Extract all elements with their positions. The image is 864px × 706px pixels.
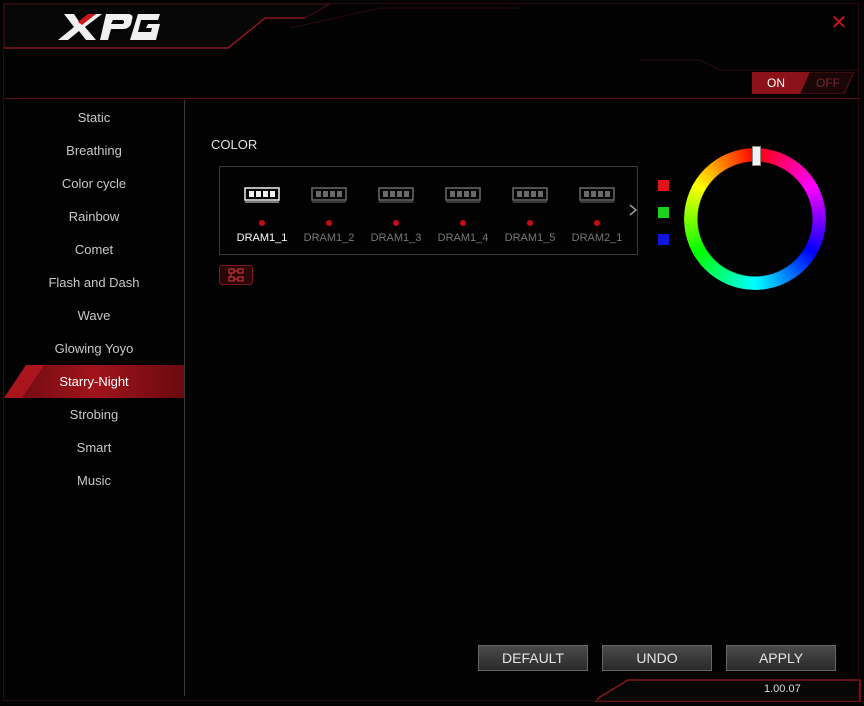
module-led-dot	[527, 220, 533, 226]
red-channel-swatch[interactable]	[658, 180, 669, 191]
sidebar-item-music[interactable]: Music	[4, 464, 184, 497]
sidebar-item-breathing[interactable]: Breathing	[4, 134, 184, 167]
sidebar-item-strobing[interactable]: Strobing	[4, 398, 184, 431]
module-label: DRAM1_2	[303, 232, 355, 244]
app-window: ✕ ON OFF Static Breathing Color cycle Ra…	[0, 0, 864, 706]
module-dram1-5[interactable]: DRAM1_5	[500, 167, 560, 256]
sidebar-item-rainbow[interactable]: Rainbow	[4, 200, 184, 233]
ram-module-icon	[311, 187, 347, 203]
sidebar-divider	[184, 100, 185, 696]
chevron-right-icon[interactable]	[626, 200, 640, 220]
xpg-logo	[58, 12, 162, 42]
sidebar-item-flash-and-dash[interactable]: Flash and Dash	[4, 266, 184, 299]
header: ✕ ON OFF	[0, 0, 864, 100]
sidebar-item-starry-night[interactable]: Starry-Night	[4, 365, 184, 398]
default-button[interactable]: DEFAULT	[478, 645, 588, 671]
module-led-dot	[326, 220, 332, 226]
module-led-dot	[393, 220, 399, 226]
power-off-option[interactable]: OFF	[804, 72, 852, 94]
module-dram1-4[interactable]: DRAM1_4	[433, 167, 493, 256]
close-icon[interactable]: ✕	[828, 12, 850, 34]
ram-module-icon	[244, 187, 280, 203]
module-label: DRAM1_3	[370, 232, 422, 244]
link-modules-button[interactable]	[219, 265, 253, 285]
module-dram1-1[interactable]: DRAM1_1	[232, 167, 292, 256]
undo-button[interactable]: UNDO	[602, 645, 712, 671]
power-toggle[interactable]: ON OFF	[752, 72, 854, 94]
version-label: 1.00.07	[764, 683, 801, 695]
module-label: DRAM1_5	[504, 232, 556, 244]
sidebar-item-color-cycle[interactable]: Color cycle	[4, 167, 184, 200]
module-label: DRAM2_1	[571, 232, 623, 244]
ram-module-icon	[512, 187, 548, 203]
color-wheel-handle[interactable]	[752, 146, 761, 166]
ram-module-icon	[378, 187, 414, 203]
module-label: DRAM1_4	[437, 232, 489, 244]
module-dram2-1[interactable]: DRAM2_1	[567, 167, 627, 256]
module-label: DRAM1_1	[236, 232, 288, 244]
power-on-option[interactable]: ON	[752, 72, 800, 94]
ram-module-icon	[579, 187, 615, 203]
apply-button[interactable]: APPLY	[726, 645, 836, 671]
sidebar-item-comet[interactable]: Comet	[4, 233, 184, 266]
color-wheel[interactable]	[684, 148, 826, 290]
module-dram1-2[interactable]: DRAM1_2	[299, 167, 359, 256]
header-divider	[4, 98, 860, 99]
effect-sidebar: Static Breathing Color cycle Rainbow Com…	[4, 100, 184, 696]
blue-channel-swatch[interactable]	[658, 234, 669, 245]
ram-module-icon	[445, 187, 481, 203]
module-led-dot	[259, 220, 265, 226]
color-section-title: COLOR	[211, 137, 258, 152]
sidebar-item-wave[interactable]: Wave	[4, 299, 184, 332]
module-dram1-3[interactable]: DRAM1_3	[366, 167, 426, 256]
module-led-dot	[460, 220, 466, 226]
sidebar-item-glowing-yoyo[interactable]: Glowing Yoyo	[4, 332, 184, 365]
module-selector: DRAM1_1 DRAM1_2 DRAM1_3 DRAM1_4 DRAM1_5 …	[219, 166, 638, 255]
link-modules-icon	[228, 268, 244, 282]
sidebar-item-static[interactable]: Static	[4, 101, 184, 134]
sidebar-item-label: Starry-Night	[59, 374, 129, 389]
sidebar-item-smart[interactable]: Smart	[4, 431, 184, 464]
module-led-dot	[594, 220, 600, 226]
green-channel-swatch[interactable]	[658, 207, 669, 218]
